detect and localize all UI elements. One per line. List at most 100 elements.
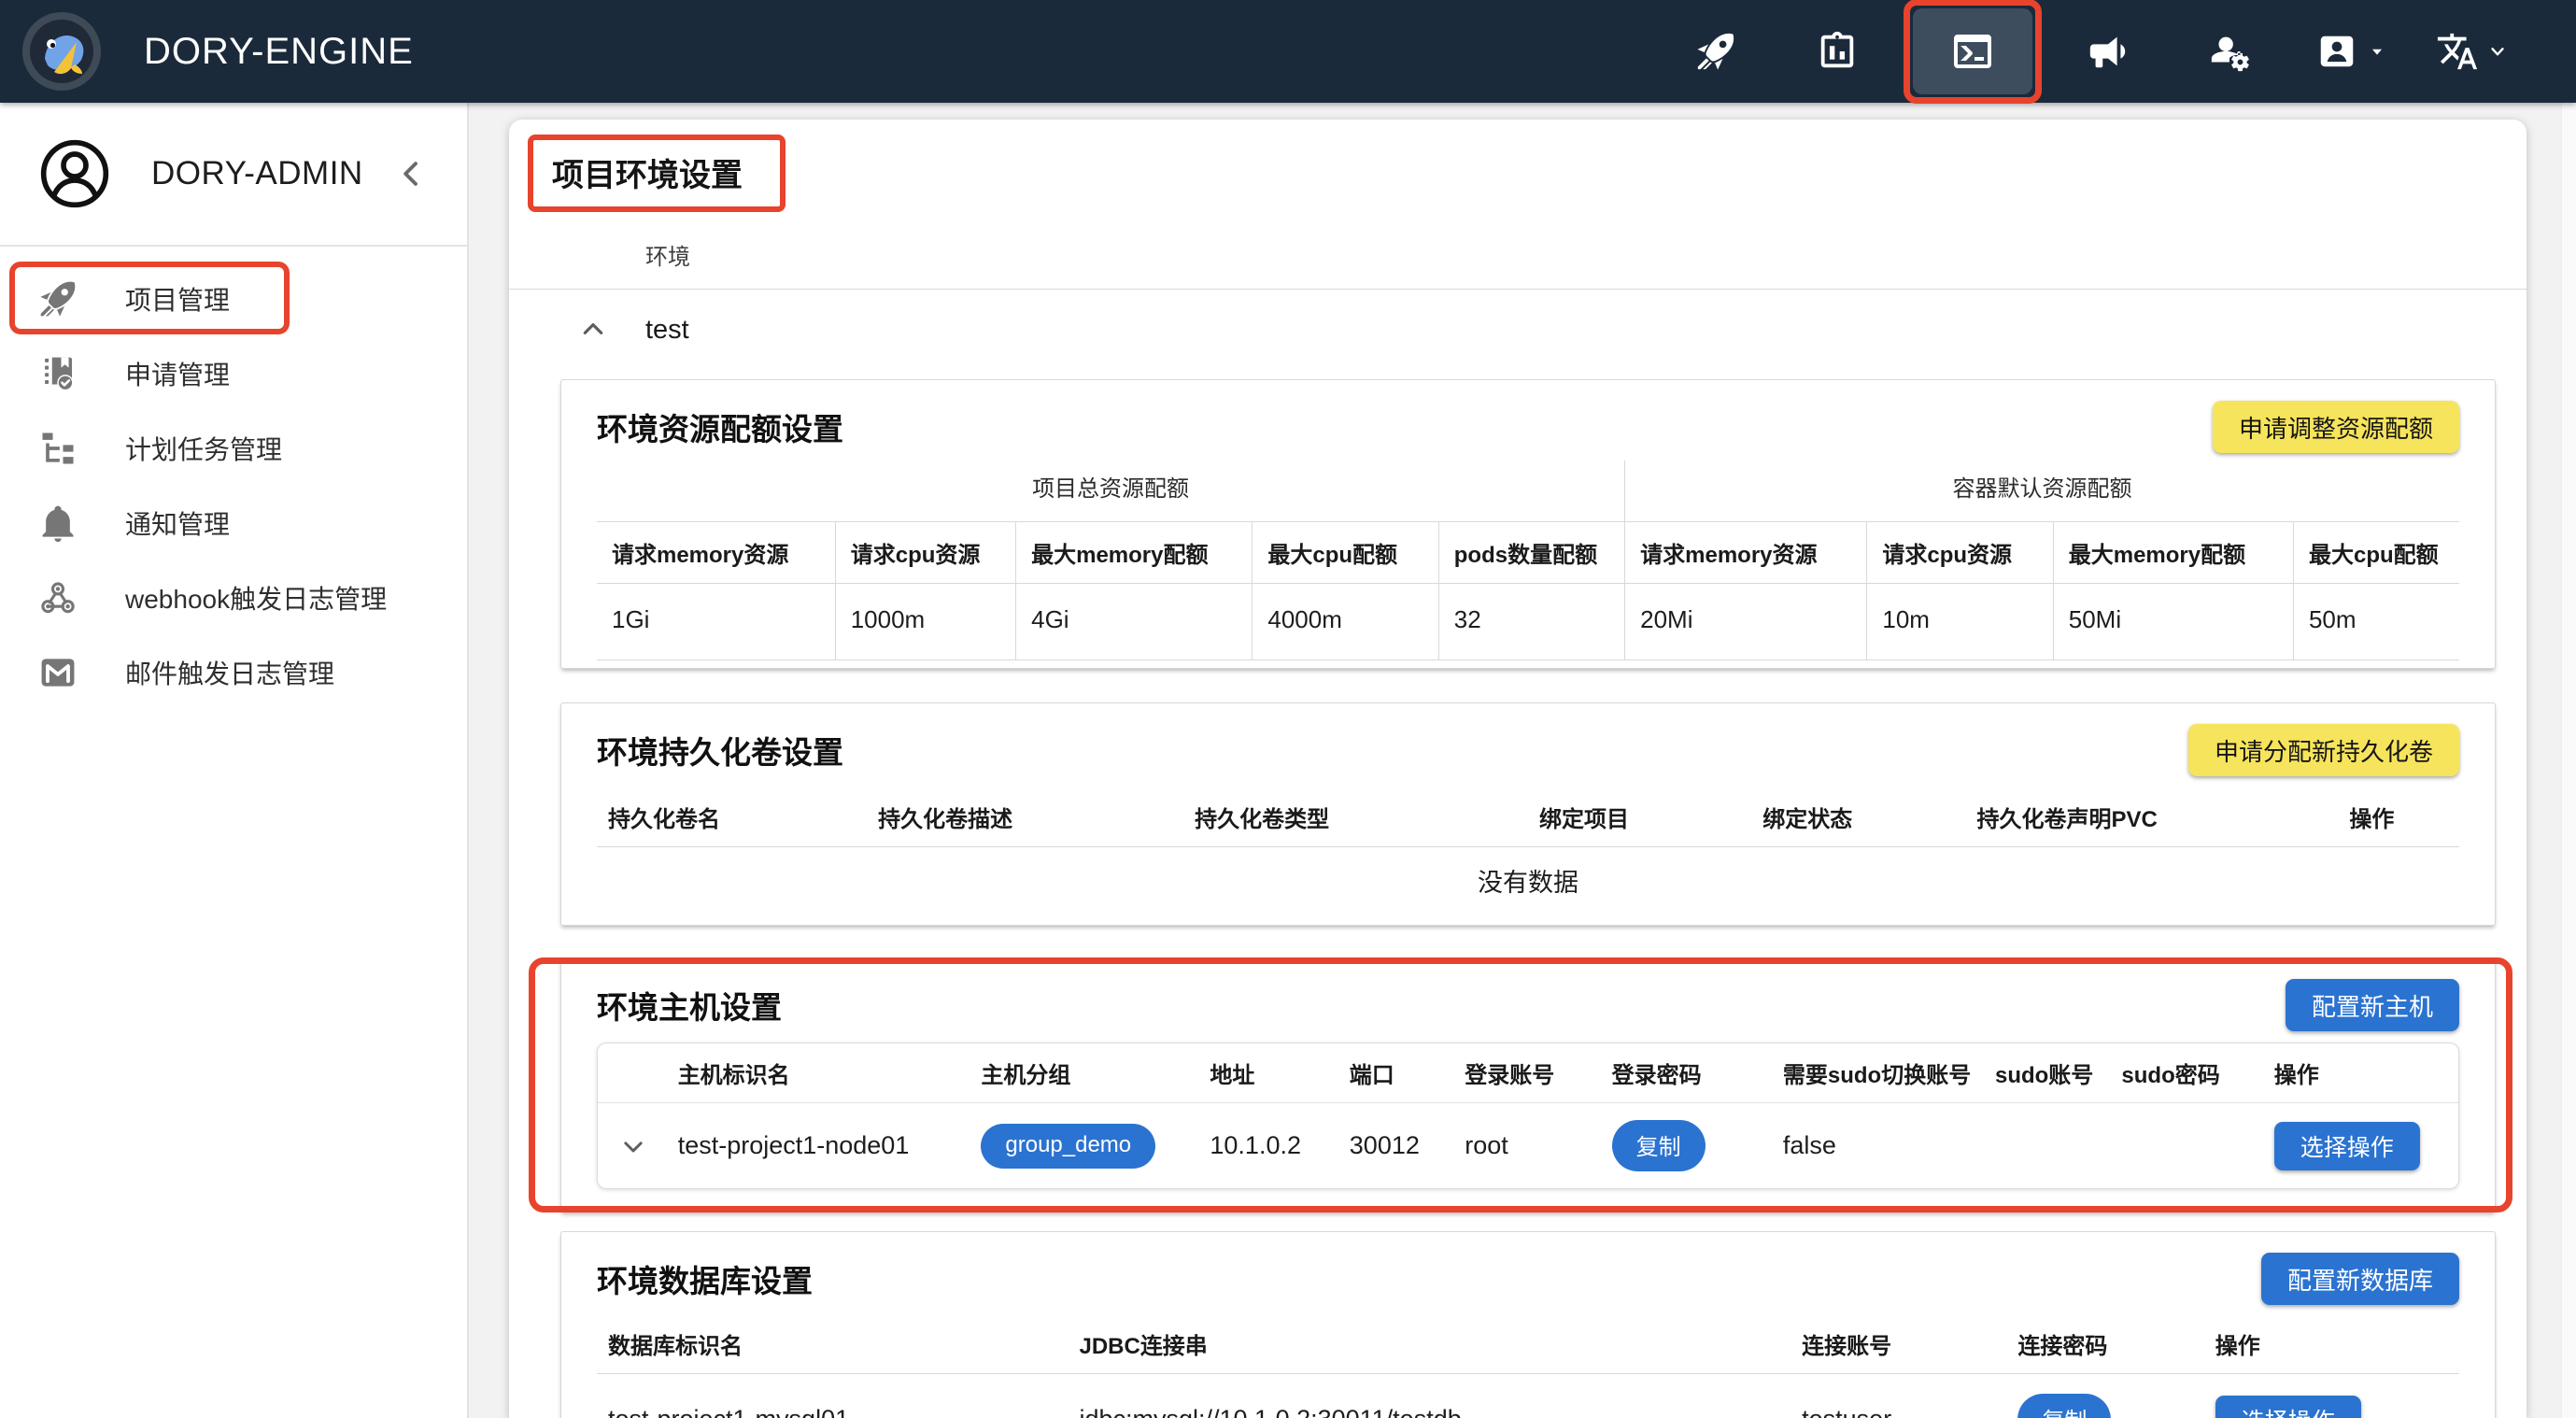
column-header: 操作 — [2338, 787, 2459, 847]
mail-icon — [37, 652, 78, 693]
quota-value: 20Mi — [1625, 584, 1867, 660]
db-actions-button[interactable]: 选择操作 — [2215, 1396, 2361, 1418]
column-header: 持久化卷类型 — [1183, 787, 1528, 847]
column-header: 连接密码 — [2006, 1314, 2203, 1374]
annotation-box-terminal — [1904, 0, 2042, 104]
column-header: 地址 — [1200, 1043, 1339, 1103]
page-title: 项目环境设置 — [552, 149, 743, 195]
persistent-volume-card: 环境持久化卷设置 申请分配新持久化卷 持久化卷名 持久化卷描述 持久化卷类型 绑… — [560, 702, 2496, 926]
request-quota-adjust-button[interactable]: 申请调整资源配额 — [2213, 401, 2459, 453]
column-header: JDBC连接串 — [1068, 1314, 1790, 1374]
column-header: 绑定状态 — [1751, 787, 1965, 847]
translate-icon — [2436, 30, 2479, 73]
sidebar-item-request-management[interactable]: 申请管理 — [0, 336, 467, 411]
chevron-up-icon[interactable] — [578, 315, 608, 345]
column-header: 请求cpu资源 — [1867, 522, 2053, 584]
host-group-chip[interactable]: group_demo — [981, 1124, 1155, 1169]
host-name: test-project1-node01 — [669, 1103, 972, 1189]
column-header: 最大memory配额 — [1016, 522, 1253, 584]
host-need-sudo: false — [1774, 1103, 1986, 1189]
clipboard-chart-icon[interactable] — [1776, 30, 1898, 73]
avatar — [37, 136, 112, 211]
quota-value: 50Mi — [2053, 584, 2293, 660]
host-table: 主机标识名 主机分组 地址 端口 登录账号 登录密码 需要sudo切换账号 su… — [598, 1043, 2458, 1188]
account-badge-menu[interactable] — [2290, 30, 2412, 73]
header-actions — [1655, 0, 2533, 104]
app-root: DORY-ENGINE — [0, 0, 2576, 1418]
column-header: 主机标识名 — [669, 1043, 972, 1103]
env-expansion-row[interactable]: test — [509, 290, 2526, 370]
card-title: 环境主机设置 — [597, 979, 782, 1028]
request-new-pv-button[interactable]: 申请分配新持久化卷 — [2188, 724, 2459, 776]
megaphone-icon[interactable] — [2047, 30, 2169, 73]
host-login-user: root — [1455, 1103, 1602, 1189]
host-address: 10.1.0.2 — [1200, 1103, 1339, 1189]
column-header: 数据库标识名 — [597, 1314, 1068, 1374]
host-actions-button[interactable]: 选择操作 — [2274, 1122, 2420, 1170]
sidebar: DORY-ADMIN 项目管理 — [0, 103, 469, 1418]
sidebar-item-webhook-logs[interactable]: webhook触发日志管理 — [0, 560, 467, 635]
sidebar-user-name: DORY-ADMIN — [151, 155, 363, 192]
quota-group-header: 项目总资源配额 — [597, 461, 1625, 522]
env-name: test — [645, 315, 689, 346]
scrollbar[interactable] — [2561, 103, 2576, 1418]
configure-new-database-button[interactable]: 配置新数据库 — [2261, 1253, 2459, 1305]
sidebar-item-label: 通知管理 — [125, 504, 230, 542]
chevron-down-icon — [2367, 41, 2387, 62]
pv-table: 持久化卷名 持久化卷描述 持久化卷类型 绑定项目 绑定状态 持久化卷声明PVC … — [597, 787, 2459, 917]
chevron-left-icon[interactable] — [392, 155, 430, 192]
annotation-box-page-title: 项目环境设置 — [528, 135, 786, 212]
host-card: 环境主机设置 配置新主机 主机标识名 主机分组 — [560, 957, 2496, 1212]
configure-new-host-button[interactable]: 配置新主机 — [2286, 979, 2459, 1031]
resource-quota-card: 环境资源配额设置 申请调整资源配额 项目总资源配额 容器默认资源配额 请求mem… — [560, 379, 2496, 669]
webhook-icon — [37, 577, 78, 618]
language-menu[interactable] — [2412, 30, 2533, 73]
column-header: 持久化卷名 — [597, 787, 867, 847]
copy-password-button[interactable]: 复制 — [1612, 1120, 1706, 1171]
column-header: pods数量配额 — [1438, 522, 1624, 584]
sidebar-item-email-logs[interactable]: 邮件触发日志管理 — [0, 635, 467, 710]
user-settings-icon[interactable] — [2169, 30, 2290, 73]
quota-value: 4000m — [1253, 584, 1438, 660]
column-header: 操作 — [2204, 1314, 2459, 1374]
db-connect-user: testuser — [1790, 1374, 2006, 1418]
terminal-icon[interactable] — [1913, 8, 2032, 94]
rocket-icon — [37, 278, 78, 319]
db-jdbc: jdbc:mysql://10.1.0.2:30011/testdb — [1068, 1374, 1790, 1418]
column-header: sudo密码 — [2112, 1043, 2264, 1103]
database-card: 环境数据库设置 配置新数据库 数据库标识名 JDBC连接串 连接账号 连接密码 … — [560, 1231, 2496, 1418]
host-card-annotation-wrap: 环境主机设置 配置新主机 主机标识名 主机分组 — [529, 957, 2512, 1212]
host-sudo-password — [2112, 1103, 2264, 1189]
sidebar-item-scheduled-tasks[interactable]: 计划任务管理 — [0, 411, 467, 486]
rocket-icon[interactable] — [1655, 30, 1776, 73]
sidebar-item-label: 项目管理 — [125, 280, 230, 318]
chevron-down-icon — [2485, 39, 2510, 64]
quota-table: 项目总资源配额 容器默认资源配额 请求memory资源 请求cpu资源 最大me… — [597, 461, 2459, 660]
database-table-row: test-project1-mysql01 jdbc:mysql://10.1.… — [597, 1374, 2459, 1418]
column-header: 登录账号 — [1455, 1043, 1602, 1103]
column-header: 连接账号 — [1790, 1314, 2006, 1374]
expand-column — [598, 1043, 669, 1103]
database-table: 数据库标识名 JDBC连接串 连接账号 连接密码 操作 test-project… — [597, 1314, 2459, 1418]
column-header: 绑定项目 — [1528, 787, 1751, 847]
quota-value: 32 — [1438, 584, 1624, 660]
column-header: 最大cpu配额 — [2293, 522, 2459, 584]
card-title: 环境资源配额设置 — [597, 401, 843, 449]
host-sudo-user — [1986, 1103, 2112, 1189]
sidebar-menu: 项目管理 申请管理 计划任务管理 — [0, 247, 467, 710]
chevron-down-icon[interactable] — [619, 1132, 647, 1160]
column-header: 请求memory资源 — [1625, 522, 1867, 584]
column-header: sudo账号 — [1986, 1043, 2112, 1103]
sidebar-item-label: webhook触发日志管理 — [125, 579, 387, 617]
column-header: 登录密码 — [1603, 1043, 1774, 1103]
sidebar-item-notifications[interactable]: 通知管理 — [0, 486, 467, 560]
card-title: 环境数据库设置 — [597, 1253, 813, 1301]
sidebar-item-project-management[interactable]: 项目管理 — [0, 262, 467, 336]
table-row: 1Gi 1000m 4Gi 4000m 32 20Mi 10m 50Mi 50m — [597, 584, 2459, 660]
host-table-box: 主机标识名 主机分组 地址 端口 登录账号 登录密码 需要sudo切换账号 su… — [597, 1042, 2459, 1189]
top-app-bar: DORY-ENGINE — [0, 0, 2576, 103]
copy-password-button[interactable]: 复制 — [2017, 1394, 2111, 1418]
card-title: 环境持久化卷设置 — [597, 724, 843, 773]
db-name: test-project1-mysql01 — [597, 1374, 1068, 1418]
column-header: 需要sudo切换账号 — [1774, 1043, 1986, 1103]
